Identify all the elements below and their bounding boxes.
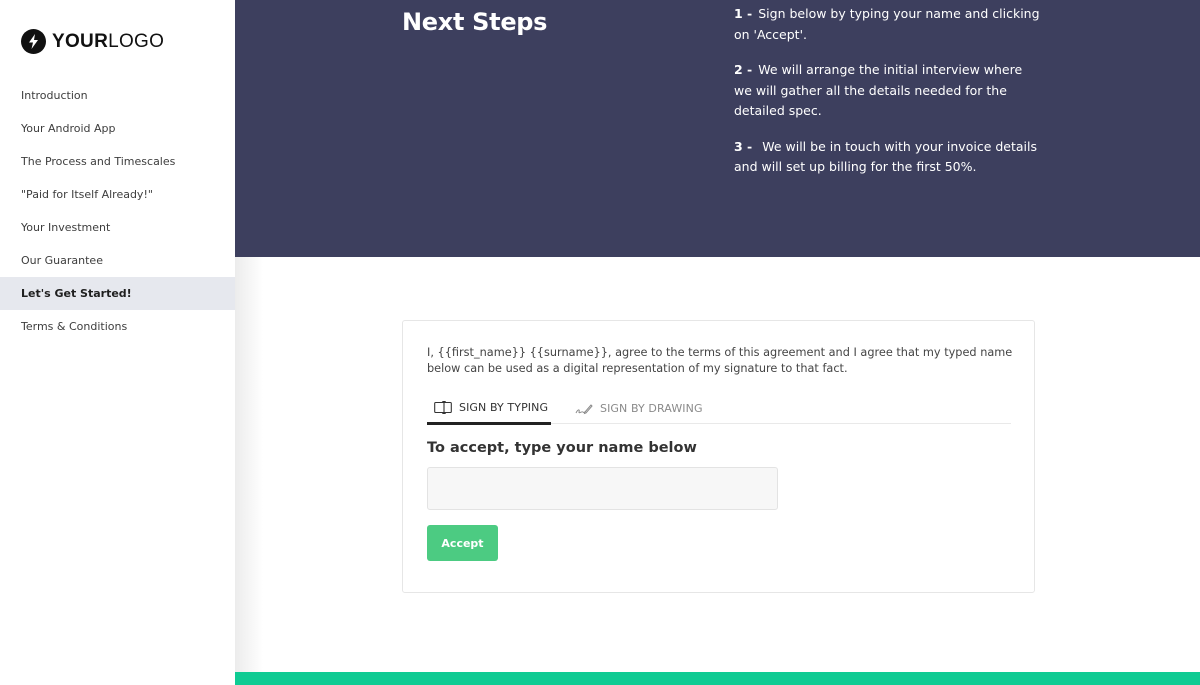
signature-pen-icon: [575, 403, 593, 414]
sidebar-item-our-guarantee[interactable]: Our Guarantee: [0, 244, 235, 277]
agreement-text: I, {{first_name}} {{surname}}, agree to …: [427, 346, 1013, 375]
main-content: Next Steps 1 - Sign below by typing your …: [235, 0, 1200, 685]
step-item: 3 - We will be in touch with your invoic…: [734, 138, 1038, 175]
sidebar-item-introduction[interactable]: Introduction: [0, 79, 235, 112]
tab-sign-by-drawing[interactable]: Sign by drawing: [551, 393, 703, 424]
section-title: Next Steps: [402, 8, 548, 36]
footer-accent-bar: [235, 672, 1200, 685]
sidebar: YOURLOGO Introduction Your Android App T…: [0, 0, 235, 685]
sidebar-item-your-investment[interactable]: Your Investment: [0, 211, 235, 244]
step-item: 1 - Sign below by typing your name and cl…: [734, 6, 1040, 42]
sidebar-item-lets-get-started[interactable]: Let's Get Started!: [0, 277, 235, 310]
sidebar-item-your-android-app[interactable]: Your Android App: [0, 112, 235, 145]
logo[interactable]: YOURLOGO: [21, 29, 164, 54]
accept-prompt: To accept, type your name below: [427, 440, 697, 456]
accept-button[interactable]: Accept: [427, 525, 498, 561]
step-item: 2 - We will arrange the initial interview…: [734, 62, 1023, 118]
sidebar-shadow: [235, 257, 263, 672]
sidebar-item-terms-and-conditions[interactable]: Terms & Conditions: [0, 310, 235, 343]
logo-text: YOURLOGO: [52, 30, 165, 52]
tab-sign-by-typing[interactable]: Sign by typing: [427, 393, 551, 425]
sidebar-item-paid-for-itself[interactable]: "Paid for Itself Already!": [0, 178, 235, 211]
signature-card: I, {{first_name}} {{surname}}, agree to …: [402, 320, 1035, 593]
signature-tabs: Sign by typing Sign by drawing: [427, 393, 1011, 425]
lightning-bolt-icon: [21, 29, 46, 54]
signature-name-input[interactable]: [427, 467, 778, 510]
text-cursor-box-icon: [434, 401, 452, 414]
steps-list: 1 - Sign below by typing your name and cl…: [734, 4, 1044, 193]
sidebar-nav: Introduction Your Android App The Proces…: [0, 79, 235, 343]
next-steps-section: Next Steps 1 - Sign below by typing your …: [235, 0, 1200, 257]
sidebar-item-process-and-timescales[interactable]: The Process and Timescales: [0, 145, 235, 178]
